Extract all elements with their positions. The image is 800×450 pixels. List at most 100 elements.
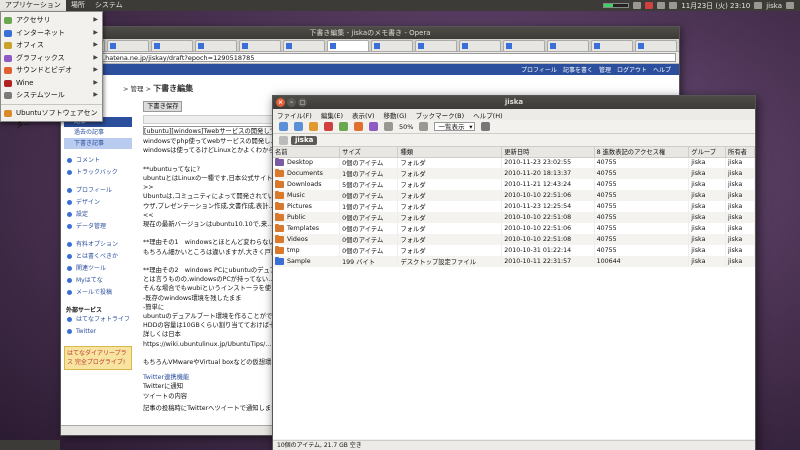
path-toggle-icon[interactable] xyxy=(279,135,288,145)
computer-icon[interactable] xyxy=(369,122,378,131)
sidebar-link-3[interactable]: Myはてな xyxy=(64,275,132,287)
menu-item-1[interactable]: インターネット ▶ xyxy=(1,27,102,40)
system-monitor[interactable] xyxy=(603,3,630,8)
sidebar-link-1[interactable]: とは書くべきか xyxy=(64,251,132,263)
browser-tab[interactable] xyxy=(327,40,369,51)
file-name[interactable]: Videos xyxy=(275,235,339,243)
forward-icon[interactable] xyxy=(294,122,303,131)
zoom-in-icon[interactable] xyxy=(419,122,429,131)
column-header[interactable]: サイズ xyxy=(339,147,399,158)
url-field[interactable]: http://d.hatena.ne.jp/jiskay/draft?epoch… xyxy=(76,53,676,62)
file-name[interactable]: Sample xyxy=(275,257,339,265)
column-header[interactable]: 所有者 xyxy=(725,147,755,158)
sidebar-link-0[interactable]: プロフィール xyxy=(64,185,132,197)
browser-tab[interactable] xyxy=(195,40,237,51)
sidebar-sub-0[interactable]: 過去の記事 xyxy=(64,127,132,138)
fm-menu-5[interactable]: ヘルプ(H) xyxy=(473,110,502,120)
file-name[interactable]: Templates xyxy=(275,224,339,232)
sidebar-link-2[interactable]: 関連ツール xyxy=(64,263,132,275)
fm-menu-0[interactable]: ファイル(F) xyxy=(277,110,312,120)
hatena-link[interactable]: ログアウト xyxy=(617,65,647,74)
column-header[interactable]: 種類 xyxy=(397,147,503,158)
file-name[interactable]: tmp xyxy=(275,246,339,254)
volume-icon[interactable] xyxy=(669,2,678,9)
hatena-link[interactable]: 記事を書く xyxy=(563,65,593,74)
column-header[interactable]: 更新日時 xyxy=(501,147,595,158)
browser-tab[interactable] xyxy=(591,40,633,51)
sidebar-link-0[interactable]: コメント xyxy=(64,155,132,167)
up-icon[interactable] xyxy=(309,122,318,131)
fm-menu-2[interactable]: 表示(V) xyxy=(352,110,375,120)
back-icon[interactable] xyxy=(279,122,288,131)
table-row[interactable]: Templates 0個のアイテム フォルダ 2010-10-10 22:51:06 4… xyxy=(273,223,755,234)
sidebar-link-4[interactable]: メールで投稿 xyxy=(64,287,132,299)
maximize-icon[interactable]: □ xyxy=(298,98,307,107)
sidebar-link-1[interactable]: デザイン xyxy=(64,197,132,209)
sidebar-link-2[interactable]: 設定 xyxy=(64,209,132,221)
menu-item-3[interactable]: グラフィックス ▶ xyxy=(1,52,102,65)
network-icon[interactable] xyxy=(633,2,642,9)
power-icon[interactable] xyxy=(786,2,794,9)
mail-icon[interactable] xyxy=(657,2,666,9)
browser-tab[interactable] xyxy=(415,40,457,51)
clock[interactable]: 11月23日 (火) 23:10 xyxy=(681,1,750,11)
close-icon[interactable]: × xyxy=(276,98,285,107)
file-name[interactable]: Pictures xyxy=(275,202,339,210)
browser-tab[interactable] xyxy=(371,40,413,51)
hatena-link[interactable]: 管理 xyxy=(599,65,611,74)
browser-tab[interactable] xyxy=(151,40,193,51)
search-icon[interactable] xyxy=(481,122,491,131)
table-row[interactable]: tmp 0個のアイテム フォルダ 2010-10-31 01:22:14 40755 ji… xyxy=(273,245,755,256)
table-row[interactable]: Music 0個のアイテム フォルダ 2010-10-10 22:51:06 40755… xyxy=(273,190,755,201)
menu-item-0[interactable]: アクセサリ ▶ xyxy=(1,14,102,27)
stop-icon[interactable] xyxy=(324,122,333,131)
browser-tab[interactable] xyxy=(459,40,501,51)
zoom-out-icon[interactable] xyxy=(384,122,393,131)
menu-item-2[interactable]: オフィス ▶ xyxy=(1,39,102,52)
table-row[interactable]: Public 0個のアイテム フォルダ 2010-10-10 22:51:08 4075… xyxy=(273,212,755,223)
menu-item-6[interactable]: システムツール ▶ xyxy=(1,89,102,102)
browser-tab[interactable] xyxy=(107,40,149,51)
hatena-link[interactable]: ヘルプ xyxy=(653,65,671,74)
location-button-home[interactable]: jiska xyxy=(291,135,318,145)
browser-tab[interactable] xyxy=(547,40,589,51)
column-header[interactable]: 8 進数表記のアクセス権 xyxy=(594,147,690,158)
hatena-link[interactable]: プロフィール xyxy=(521,65,557,74)
plus-banner[interactable]: はてなダイアリープラス 完全プログライブ! xyxy=(64,346,132,370)
menu-item-software-center[interactable]: Ubuntuソフトウェアセンター xyxy=(1,107,102,129)
sidebar-link-1[interactable]: トラックバック xyxy=(64,167,132,179)
save-draft-button[interactable]: 下書き保存 xyxy=(143,101,183,113)
table-row[interactable]: Sample 199 バイト デスクトップ設定ファイル 2010-10-11 22:3… xyxy=(273,256,755,267)
home-icon[interactable] xyxy=(354,122,363,131)
table-row[interactable]: Pictures 1個のアイテム フォルダ 2010-11-23 12:25:54 40… xyxy=(273,201,755,212)
fm-menu-1[interactable]: 編集(E) xyxy=(321,110,343,120)
file-name[interactable]: Downloads xyxy=(275,180,339,188)
reload-icon[interactable] xyxy=(339,122,348,131)
view-mode-select[interactable]: 一覧表示 xyxy=(434,122,476,131)
column-header[interactable]: グループ xyxy=(688,147,727,158)
sidebar-ext-0[interactable]: はてなフォトライフ xyxy=(64,314,132,326)
minimize-icon[interactable]: – xyxy=(287,98,296,107)
file-name[interactable]: Public xyxy=(275,213,339,221)
file-name[interactable]: Desktop xyxy=(275,158,339,167)
table-row[interactable]: Downloads 5個のアイテム フォルダ 2010-11-21 12:43:24 4… xyxy=(273,179,755,190)
browser-tab[interactable] xyxy=(239,40,281,51)
menu-item-5[interactable]: Wine ▶ xyxy=(1,77,102,90)
menu-item-4[interactable]: サウンドとビデオ ▶ xyxy=(1,64,102,77)
table-row[interactable]: Videos 0個のアイテム フォルダ 2010-10-10 22:51:08 4075… xyxy=(273,234,755,245)
sidebar-link-0[interactable]: 有料オプション xyxy=(64,239,132,251)
browser-tab[interactable] xyxy=(635,40,677,51)
fm-menu-4[interactable]: ブックマーク(B) xyxy=(416,110,465,120)
browser-tab[interactable] xyxy=(283,40,325,51)
file-name[interactable]: Music xyxy=(275,191,339,199)
system-menu[interactable]: システム xyxy=(90,0,128,11)
file-name[interactable]: Documents xyxy=(275,169,339,177)
table-row[interactable]: Documents 1個のアイテム フォルダ 2010-11-20 18:13:37 4… xyxy=(273,168,755,179)
notification-icon[interactable] xyxy=(645,2,654,9)
browser-tab[interactable] xyxy=(503,40,545,51)
sidebar-sub-1[interactable]: 下書き記事 xyxy=(64,138,132,149)
table-row[interactable]: Desktop 0個のアイテム フォルダ 2010-11-23 23:02:55 407… xyxy=(273,157,755,168)
sidebar-link-3[interactable]: データ管理 xyxy=(64,221,132,233)
applications-menu[interactable]: アプリケーション xyxy=(0,0,66,11)
fm-menu-3[interactable]: 移動(G) xyxy=(384,110,407,120)
